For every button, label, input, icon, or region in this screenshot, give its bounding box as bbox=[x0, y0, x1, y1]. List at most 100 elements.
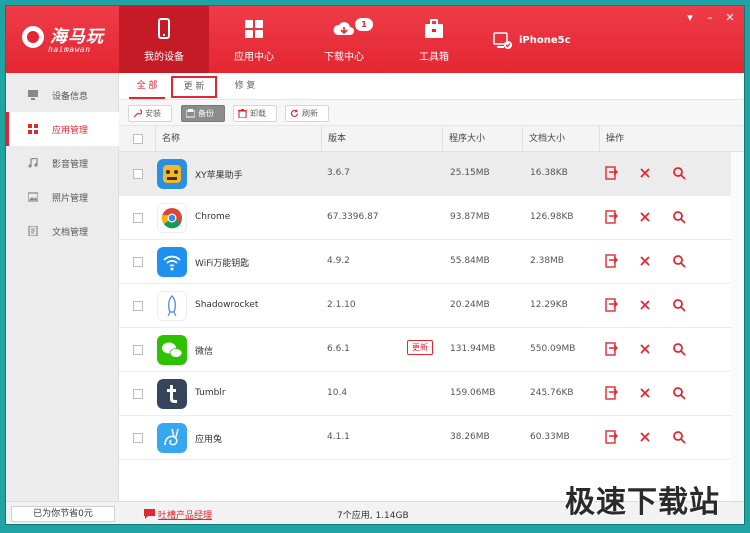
nav-download-center[interactable]: 1 下载中心 bbox=[299, 6, 389, 73]
row-checkbox[interactable] bbox=[133, 169, 143, 179]
table-row[interactable]: 微信 6.6.1 131.94MB 550.09MB 更新 bbox=[119, 328, 744, 372]
sidebar-item-app-management[interactable]: 应用管理 bbox=[6, 112, 119, 146]
delete-icon[interactable] bbox=[638, 166, 652, 180]
doc-size: 16.38KB bbox=[530, 168, 568, 178]
app-name: WiFi万能钥匙 bbox=[195, 259, 250, 269]
logo-text: 海马玩 bbox=[50, 27, 104, 47]
uninstall-button[interactable]: 卸载 bbox=[233, 105, 277, 122]
tab-repair[interactable]: 修 复 bbox=[227, 77, 263, 99]
row-checkbox[interactable] bbox=[133, 345, 143, 355]
install-button[interactable]: 安装 bbox=[128, 105, 172, 122]
tumblr-icon bbox=[157, 379, 187, 409]
export-icon[interactable] bbox=[604, 342, 618, 356]
minimize-button[interactable]: – bbox=[704, 12, 716, 24]
row-checkbox[interactable] bbox=[133, 433, 143, 443]
delete-icon[interactable] bbox=[638, 342, 652, 356]
export-icon[interactable] bbox=[604, 210, 618, 224]
app-size: 131.94MB bbox=[450, 344, 496, 354]
sidebar-item-photo-management[interactable]: 照片管理 bbox=[6, 180, 119, 214]
sidebar-item-document-management[interactable]: 文档管理 bbox=[6, 214, 119, 248]
column-header-app-size[interactable]: 程序大小 bbox=[442, 126, 522, 152]
nav-my-device[interactable]: 我的设备 bbox=[119, 6, 209, 73]
export-icon[interactable] bbox=[604, 254, 618, 268]
app-size: 25.15MB bbox=[450, 168, 490, 178]
sidebar: 设备信息 应用管理 影音管理 照片管理 文档管理 bbox=[6, 73, 119, 501]
backup-button[interactable]: 备份 bbox=[181, 105, 225, 122]
delete-icon[interactable] bbox=[638, 254, 652, 268]
search-icon[interactable] bbox=[672, 386, 686, 400]
refresh-button[interactable]: 刷新 bbox=[285, 105, 329, 122]
table-row[interactable]: 应用兔 4.1.1 38.26MB 60.33MB bbox=[119, 416, 744, 460]
select-all-checkbox[interactable] bbox=[133, 134, 143, 144]
delete-icon[interactable] bbox=[638, 386, 652, 400]
watermark: 极速下载站 bbox=[565, 485, 720, 520]
app-version: 6.6.1 bbox=[327, 344, 350, 354]
nav-label: 我的设备 bbox=[144, 52, 184, 63]
export-icon[interactable] bbox=[604, 166, 618, 180]
backup-label: 备份 bbox=[198, 109, 214, 118]
export-icon[interactable] bbox=[604, 430, 618, 444]
speech-bubble-icon bbox=[144, 509, 155, 519]
app-name: Chrome bbox=[195, 212, 231, 222]
doc-size: 12.29KB bbox=[530, 300, 568, 310]
table-row[interactable]: XY苹果助手 3.6.7 25.15MB 16.38KB bbox=[119, 152, 744, 196]
refresh-label: 刷新 bbox=[302, 109, 318, 118]
feedback-link[interactable]: 吐槽产品经理 bbox=[158, 508, 212, 521]
app-name: 微信 bbox=[195, 347, 214, 357]
table-header: 名称 版本 程序大小 文档大小 操作 bbox=[119, 126, 744, 152]
menu-dropdown-button[interactable]: ▾ bbox=[684, 12, 696, 24]
sidebar-item-device-info[interactable]: 设备信息 bbox=[6, 78, 119, 112]
device-name: iPhone5c bbox=[519, 35, 571, 46]
app-logo: 海马玩 haimawan bbox=[18, 18, 113, 62]
monitor-icon bbox=[28, 90, 38, 100]
doc-size: 60.33MB bbox=[530, 432, 570, 442]
doc-size: 245.76KB bbox=[530, 388, 574, 398]
table-row[interactable]: Chrome 67.3396.87 93.87MB 126.98KB bbox=[119, 196, 744, 240]
scrollbar[interactable] bbox=[731, 152, 744, 501]
toolbar: 安装 备份 卸载 刷新 bbox=[119, 100, 744, 126]
tab-all[interactable]: 全 部 bbox=[129, 77, 165, 99]
search-icon[interactable] bbox=[672, 210, 686, 224]
app-version: 4.1.1 bbox=[327, 432, 350, 442]
app-window: 海马玩 haimawan 我的设备 应用中心 1 下载中心 工具箱 iPhone… bbox=[5, 5, 745, 525]
column-header-doc-size[interactable]: 文档大小 bbox=[522, 126, 599, 152]
nav-app-center[interactable]: 应用中心 bbox=[209, 6, 299, 73]
app-size: 93.87MB bbox=[450, 212, 490, 222]
delete-icon[interactable] bbox=[638, 298, 652, 312]
phone-icon bbox=[158, 18, 170, 39]
title-bar: 海马玩 haimawan 我的设备 应用中心 1 下载中心 工具箱 iPhone… bbox=[6, 6, 744, 73]
column-header-actions: 操作 bbox=[599, 126, 719, 152]
sidebar-item-label: 应用管理 bbox=[52, 126, 89, 136]
search-icon[interactable] bbox=[672, 254, 686, 268]
wechat-icon bbox=[157, 335, 187, 365]
nav-toolbox[interactable]: 工具箱 bbox=[389, 6, 479, 73]
cloud-download-icon bbox=[333, 22, 354, 35]
export-icon[interactable] bbox=[604, 298, 618, 312]
row-checkbox[interactable] bbox=[133, 389, 143, 399]
delete-icon[interactable] bbox=[638, 210, 652, 224]
search-icon[interactable] bbox=[672, 166, 686, 180]
export-icon[interactable] bbox=[604, 386, 618, 400]
search-icon[interactable] bbox=[672, 342, 686, 356]
row-checkbox[interactable] bbox=[133, 257, 143, 267]
update-button[interactable]: 更新 bbox=[407, 340, 433, 355]
music-icon bbox=[28, 158, 38, 168]
close-button[interactable]: ✕ bbox=[724, 12, 736, 24]
delete-icon[interactable] bbox=[638, 430, 652, 444]
app-size: 159.06MB bbox=[450, 388, 496, 398]
column-header-name[interactable]: 名称 bbox=[155, 126, 321, 152]
table-row[interactable]: Tumblr 10.4 159.06MB 245.76KB bbox=[119, 372, 744, 416]
row-checkbox[interactable] bbox=[133, 213, 143, 223]
column-header-version[interactable]: 版本 bbox=[321, 126, 442, 152]
sidebar-item-media-management[interactable]: 影音管理 bbox=[6, 146, 119, 180]
filter-tabs: 全 部 更 新 修 复 bbox=[119, 73, 744, 100]
row-checkbox[interactable] bbox=[133, 301, 143, 311]
search-icon[interactable] bbox=[672, 298, 686, 312]
app-name: XY苹果助手 bbox=[195, 171, 243, 181]
table-row[interactable]: Shadowrocket 2.1.10 20.24MB 12.29KB bbox=[119, 284, 744, 328]
table-row[interactable]: WiFi万能钥匙 4.9.2 55.84MB 2.38MB bbox=[119, 240, 744, 284]
backup-icon bbox=[186, 109, 195, 118]
rabbit-icon bbox=[157, 423, 187, 453]
tab-update[interactable]: 更 新 bbox=[171, 76, 217, 98]
search-icon[interactable] bbox=[672, 430, 686, 444]
